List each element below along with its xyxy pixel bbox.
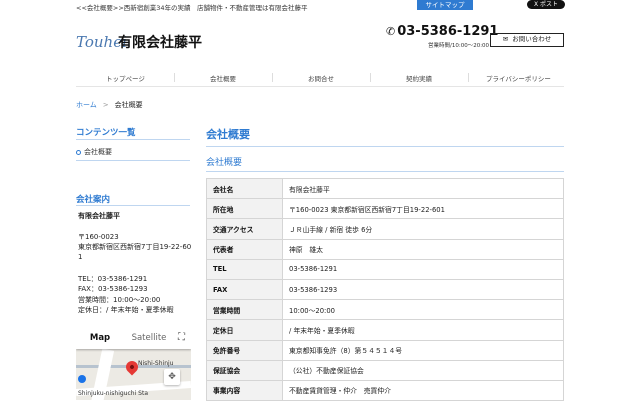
train-icon <box>78 375 86 383</box>
table-value: 03-5386-1291 <box>282 258 564 280</box>
info-address-1: 東京都新宿区西新宿7丁目19-22-60 <box>78 243 192 251</box>
table-value: 不動産賃貸管理・仲介 売買仲介 <box>282 379 564 401</box>
table-value: / 年末年始・夏季休暇 <box>282 319 564 341</box>
phone-number: 03-5386-1291 <box>397 24 499 39</box>
table-value: 03-5386-1293 <box>282 278 564 301</box>
x-post-button[interactable]: X ポスト <box>527 0 565 9</box>
sidebar-divider <box>76 139 190 140</box>
table-key: 免許番号 <box>206 339 283 361</box>
nav-divider <box>370 73 371 82</box>
sidebar-divider <box>76 205 190 206</box>
section-underline <box>206 171 564 172</box>
table-key: FAX <box>206 278 283 301</box>
sidebar-divider <box>76 160 190 161</box>
info-postal: 〒160-0023 <box>78 233 119 241</box>
table-row: 保証協会 （公社）不動産保証協会 <box>206 359 564 381</box>
contact-button[interactable]: ✉ お問い合わせ <box>490 33 564 47</box>
info-hours: 営業時間：10:00〜20:00 <box>78 296 161 304</box>
nav-item-top[interactable]: トップページ <box>106 73 145 83</box>
breadcrumb-current: 会社概要 <box>114 101 143 109</box>
map-pan-icon[interactable]: ✥ <box>164 369 180 385</box>
table-value: 有限会社藤平 <box>282 177 564 200</box>
sidebar-contents-title: コンテンツ一覧 <box>76 128 136 138</box>
breadcrumb: ホーム > 会社概要 <box>76 100 143 110</box>
table-row: 会社名 有限会社藤平 <box>206 177 564 200</box>
table-row: 定休日 / 年末年始・夏季休暇 <box>206 319 564 341</box>
header-hours: 営業時間/10:00〜20:00 <box>428 43 490 49</box>
table-value: 〒160-0023 東京都新宿区西新宿7丁目19-22-601 <box>282 198 564 220</box>
sidebar-item-company[interactable]: 会社概要 <box>76 147 112 157</box>
info-holiday: 定休日：/ 年末年始・夏季休暇 <box>78 306 174 314</box>
table-key: 事業内容 <box>206 379 283 401</box>
map-type-tabs: Map Satellite ⛶ <box>76 327 191 349</box>
nav-divider <box>468 73 469 82</box>
top-bar: <<会社概要>>西新宿創業34年の実績 店舗物件・不動産管理は有限会社藤平 サイ… <box>0 0 640 14</box>
nav-item-contracts[interactable]: 契約実績 <box>406 73 432 83</box>
map-label: Nishi-Shinju <box>138 360 174 367</box>
nav-item-privacy[interactable]: プライバシーポリシー <box>486 73 551 83</box>
info-fax: FAX：03-5386-1293 <box>78 285 148 293</box>
table-value: 神原 雄太 <box>282 238 564 260</box>
title-underline <box>206 146 564 147</box>
global-nav: トップページ 会社概要 お問合せ 契約実績 プライバシーポリシー <box>76 70 564 87</box>
breadcrumb-home[interactable]: ホーム <box>76 101 97 109</box>
company-logo[interactable]: Touhei <box>76 28 127 54</box>
site-tagline: <<会社概要>>西新宿創業34年の実績 店舗物件・不動産管理は有限会社藤平 <box>76 4 308 12</box>
table-value: 東京都知事免許（8）第５４５１４号 <box>282 339 564 361</box>
nav-divider <box>272 73 273 82</box>
table-key: 代表者 <box>206 238 283 260</box>
table-key: 交通アクセス <box>206 218 283 240</box>
sitemap-button[interactable]: サイトマップ <box>417 0 473 10</box>
info-company-name: 有限会社藤平 <box>78 212 120 220</box>
map-label: Shinjuku-nishiguchi Sta <box>78 390 148 397</box>
breadcrumb-separator: > <box>102 101 109 109</box>
table-key: 所在地 <box>206 198 283 220</box>
nav-item-company[interactable]: 会社概要 <box>210 73 236 83</box>
table-row: FAX 03-5386-1293 <box>206 278 564 301</box>
table-key: 会社名 <box>206 177 283 200</box>
map-tab-map[interactable]: Map <box>76 327 124 349</box>
map-tab-satellite[interactable]: Satellite <box>124 327 174 349</box>
bullet-icon <box>76 149 81 155</box>
table-key: 保証協会 <box>206 359 283 381</box>
table-row: 免許番号 東京都知事免許（8）第５４５１４号 <box>206 339 564 361</box>
fullscreen-icon[interactable]: ⛶ <box>175 331 188 344</box>
contact-button-label: お問い合わせ <box>512 35 552 43</box>
table-value: （公社）不動産保証協会 <box>282 359 564 381</box>
table-row: 所在地 〒160-0023 東京都新宿区西新宿7丁目19-22-601 <box>206 198 564 220</box>
page-title: 会社概要 <box>206 128 250 141</box>
section-title: 会社概要 <box>206 158 243 168</box>
phone-icon: ✆ <box>386 25 396 38</box>
company-name[interactable]: 有限会社藤平 <box>118 32 202 52</box>
nav-item-inquiry[interactable]: お問合せ <box>308 73 334 83</box>
company-info-table: 会社名 有限会社藤平 所在地 〒160-0023 東京都新宿区西新宿7丁目19-22… <box>206 177 564 401</box>
mail-icon: ✉ <box>502 35 509 43</box>
table-row: TEL 03-5386-1291 <box>206 258 564 280</box>
nav-divider <box>174 73 175 82</box>
table-row: 交通アクセス ＪＲ山手線 / 新宿 徒歩 6分 <box>206 218 564 240</box>
google-map[interactable]: Nishi-Shinju Shinjuku-nishiguchi Sta ✥ M… <box>76 327 191 400</box>
table-row: 代表者 神原 雄太 <box>206 238 564 260</box>
table-key: 定休日 <box>206 319 283 341</box>
info-tel: TEL：03-5386-1291 <box>78 275 148 283</box>
table-value: ＪＲ山手線 / 新宿 徒歩 6分 <box>282 218 564 240</box>
table-row: 事業内容 不動産賃貸管理・仲介 売買仲介 <box>206 379 564 401</box>
table-value: 10:00〜20:00 <box>282 299 564 321</box>
table-key: TEL <box>206 258 283 280</box>
table-row: 営業時間 10:00〜20:00 <box>206 299 564 321</box>
header-phone[interactable]: ✆ 03-5386-1291 <box>386 24 498 39</box>
info-address-2: 1 <box>78 253 83 261</box>
sidebar-item-label: 会社概要 <box>84 148 112 156</box>
sidebar-info-title: 会社案内 <box>76 195 111 205</box>
table-key: 営業時間 <box>206 299 283 321</box>
